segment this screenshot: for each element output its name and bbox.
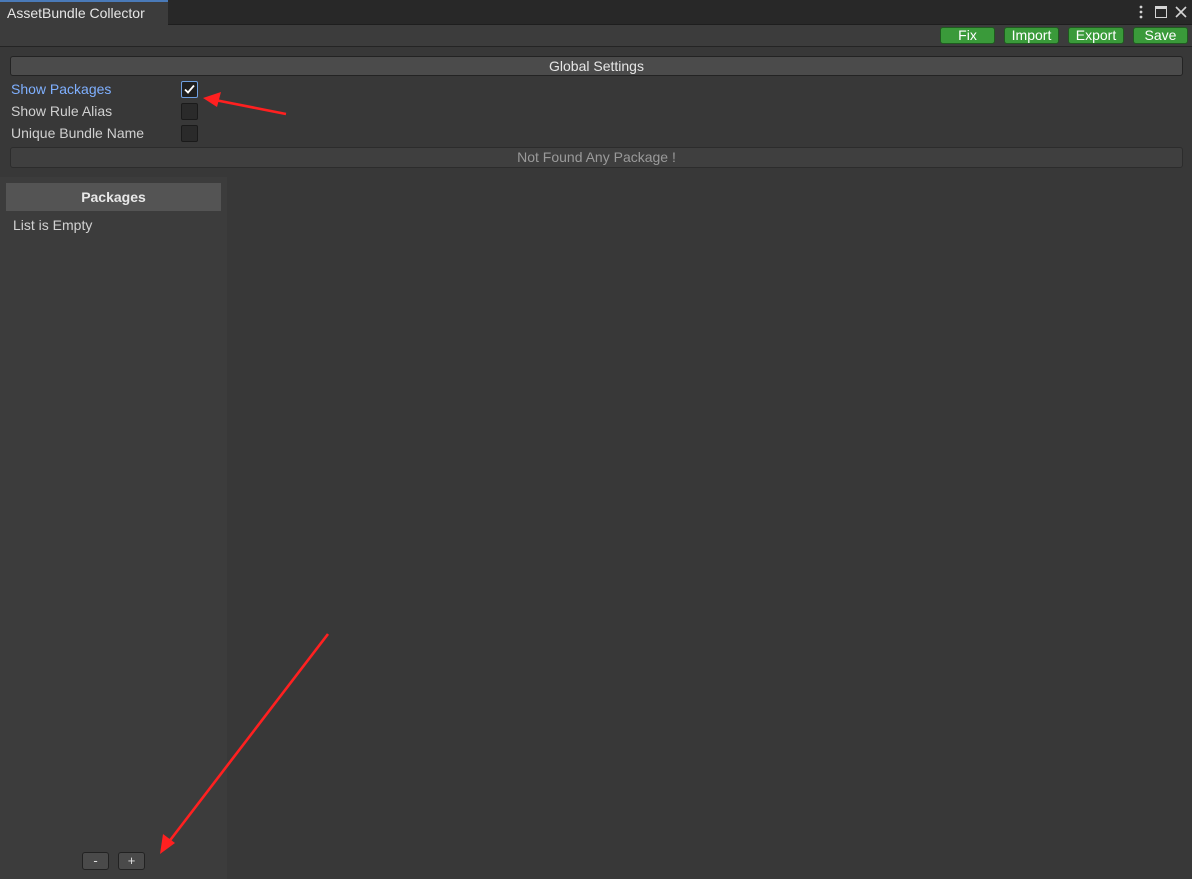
window-title: AssetBundle Collector	[7, 5, 145, 21]
window-tab[interactable]: AssetBundle Collector	[0, 0, 168, 25]
show-packages-label: Show Packages	[11, 81, 112, 97]
show-packages-row: Show Packages	[11, 80, 211, 100]
assetbundle-collector-window: AssetBundle Collector Fix Import Export …	[0, 0, 1192, 879]
maximize-icon[interactable]	[1154, 3, 1168, 21]
settings-panel: Global Settings Show Packages Show Rule …	[0, 47, 1192, 177]
unique-bundle-name-label: Unique Bundle Name	[11, 125, 145, 141]
show-packages-checkbox[interactable]	[181, 81, 198, 98]
unique-bundle-name-checkbox[interactable]	[181, 125, 198, 142]
more-vertical-icon[interactable]	[1134, 3, 1148, 21]
packages-panel: Packages List is Empty - +	[0, 177, 227, 879]
unique-bundle-name-row: Unique Bundle Name	[11, 124, 211, 144]
global-settings-button[interactable]: Global Settings	[10, 56, 1183, 76]
show-rule-alias-label: Show Rule Alias	[11, 103, 113, 119]
package-status-bar: Not Found Any Package !	[10, 147, 1183, 168]
toolbar: Fix Import Export Save	[0, 25, 1192, 47]
export-button[interactable]: Export	[1068, 27, 1124, 44]
fix-button[interactable]: Fix	[940, 27, 995, 44]
import-button[interactable]: Import	[1004, 27, 1059, 44]
packages-empty-text: List is Empty	[13, 217, 93, 233]
package-detail-panel	[228, 177, 1192, 879]
add-package-button[interactable]: +	[118, 852, 145, 870]
window-controls	[1134, 2, 1188, 22]
checkmark-icon	[184, 84, 195, 94]
show-rule-alias-checkbox[interactable]	[181, 103, 198, 120]
title-bar: AssetBundle Collector	[0, 0, 1192, 25]
packages-header: Packages	[6, 183, 221, 211]
close-icon[interactable]	[1174, 3, 1188, 21]
remove-package-button[interactable]: -	[82, 852, 109, 870]
show-rule-alias-row: Show Rule Alias	[11, 102, 211, 122]
save-button[interactable]: Save	[1133, 27, 1188, 44]
